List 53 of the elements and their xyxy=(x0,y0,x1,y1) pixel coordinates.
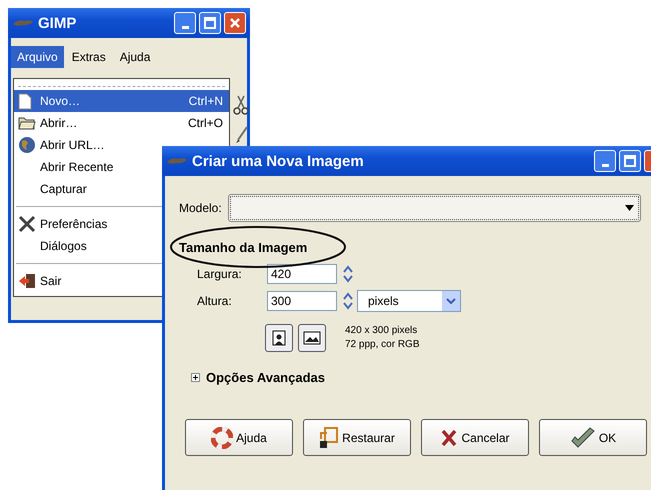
folder-icon xyxy=(18,116,36,130)
maximize-button[interactable] xyxy=(619,150,641,172)
dropdown-arrow-icon xyxy=(625,205,634,211)
minimize-icon xyxy=(182,26,188,28)
lifebuoy-icon xyxy=(211,426,234,448)
menu-item[interactable]: Abrir… Ctrl+O xyxy=(14,112,229,134)
advanced-options-expander[interactable]: Opções Avançadas xyxy=(191,370,325,385)
spinner-icon xyxy=(342,291,354,311)
height-label: Altura: xyxy=(197,294,233,308)
menu-item[interactable]: Novo… Ctrl+N xyxy=(14,90,229,112)
image-info-text: 72 ppp, cor RGB xyxy=(345,338,420,352)
width-field[interactable]: 420 xyxy=(267,264,337,284)
image-info-text: 420 x 300 pixels xyxy=(345,324,418,338)
unit-dropdown[interactable]: pixels xyxy=(357,290,461,312)
template-dropdown[interactable] xyxy=(228,194,641,222)
maximize-icon xyxy=(204,17,216,29)
reset-button[interactable]: Restaurar xyxy=(303,419,411,456)
landscape-icon xyxy=(303,331,321,345)
cross-icon xyxy=(440,428,458,446)
expander-icon xyxy=(191,373,200,382)
menu-bar-item[interactable]: Extras xyxy=(66,46,112,68)
landscape-button[interactable] xyxy=(298,324,326,352)
close-button[interactable] xyxy=(224,12,246,34)
menu-bar-item[interactable]: Ajuda xyxy=(114,46,156,68)
brush-icon xyxy=(235,126,249,144)
ok-button[interactable]: OK xyxy=(539,419,647,456)
restore-icon xyxy=(319,426,340,448)
exit-icon xyxy=(18,273,36,289)
spinner-icon xyxy=(342,264,354,284)
globe-icon xyxy=(18,136,36,154)
close-icon xyxy=(229,17,241,29)
app-icon xyxy=(12,17,34,29)
maximize-icon xyxy=(624,155,636,167)
page-icon xyxy=(18,92,32,110)
portrait-icon xyxy=(272,330,286,346)
minimize-button[interactable] xyxy=(174,12,196,34)
menu-item[interactable]: Preferências xyxy=(14,213,229,235)
cancel-button[interactable]: Cancelar xyxy=(421,419,529,456)
maximize-button[interactable] xyxy=(199,12,221,34)
help-button[interactable]: Ajuda xyxy=(185,419,293,456)
app-icon xyxy=(166,155,188,167)
checkmark-icon xyxy=(570,426,596,448)
section-title: Tamanho da Imagem xyxy=(179,240,308,254)
chevron-down-icon xyxy=(446,297,456,305)
minimize-icon xyxy=(602,164,608,166)
window-title: GIMP xyxy=(38,14,78,32)
scissors-icon xyxy=(233,94,249,116)
height-field[interactable]: 300 xyxy=(267,291,337,311)
menu-bar-item[interactable]: Arquivo xyxy=(11,46,64,68)
template-label: Modelo: xyxy=(179,201,222,215)
minimize-button[interactable] xyxy=(594,150,616,172)
width-label: Largura: xyxy=(197,267,243,281)
portrait-button[interactable] xyxy=(265,324,293,352)
